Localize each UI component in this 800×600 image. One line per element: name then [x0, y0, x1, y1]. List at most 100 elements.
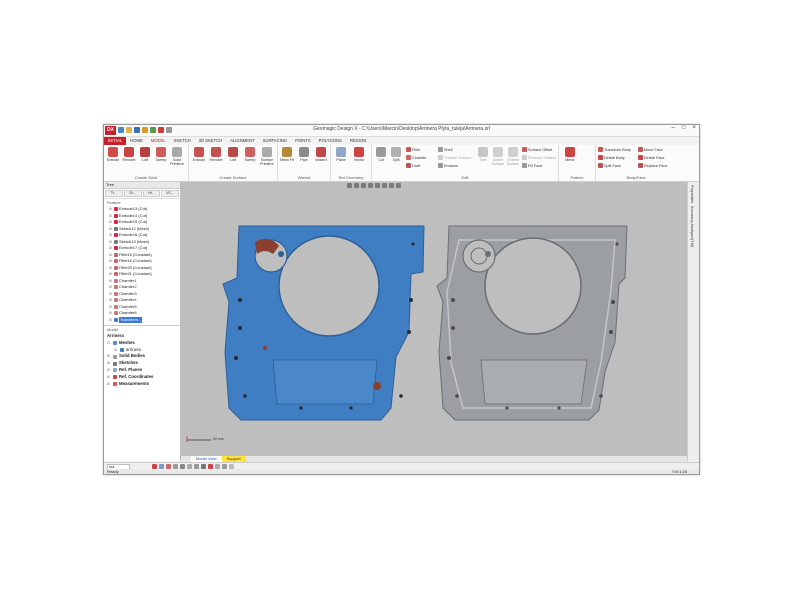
tab-accuracy-analyzer[interactable]: Accuracy Analyzer(TM): [690, 206, 695, 247]
solid-sweep-button[interactable]: Sweep: [154, 147, 168, 171]
ribbon-tabs: INITIAL HOME MODEL SKETCH 3D SKETCH ALIG…: [104, 137, 699, 146]
wizard-button[interactable]: Wizard: [314, 147, 328, 171]
extrude-icon: [114, 207, 118, 212]
tab-surfacing[interactable]: SURFACING: [259, 137, 291, 145]
tab-initial[interactable]: INITIAL: [104, 137, 127, 145]
surface-primitive-button[interactable]: Surface Primitive: [260, 147, 274, 171]
minimize-button[interactable]: –: [672, 125, 675, 131]
draft-icon: [406, 163, 411, 168]
title-bar: DX Geomagic Design X - C:\Users\Marcin\D…: [104, 125, 699, 137]
mesh-fit-icon: [282, 147, 292, 157]
tab-properties[interactable]: Properties: [690, 185, 695, 203]
cad-solid-part[interactable]: [436, 225, 628, 421]
fillet-icon: [114, 259, 118, 264]
fillet-icon: [114, 252, 118, 257]
chamfer-button[interactable]: Chamfer: [406, 155, 427, 160]
tab-points[interactable]: POINTS: [291, 137, 315, 145]
wizard-icon: [316, 147, 326, 157]
scanned-mesh-part[interactable]: [222, 225, 425, 421]
surface-loft-button[interactable]: Loft: [226, 147, 240, 171]
solid-extrude-button[interactable]: Extrude: [106, 147, 120, 171]
draft-button[interactable]: Draft: [406, 163, 420, 168]
3d-viewport[interactable]: 50 mm: [181, 182, 687, 456]
group-name-ref-geometry: Ref.Geometry: [338, 175, 364, 180]
solid-revolve-button[interactable]: Revolve: [122, 147, 136, 171]
tree-item-selected[interactable]: ⊞ Transform...: [104, 316, 180, 323]
solid-primitive-button[interactable]: Solid Primitive: [170, 147, 184, 171]
vector-icon: [354, 147, 364, 157]
vector-button[interactable]: Vector: [352, 147, 366, 171]
fillet-icon: [114, 265, 118, 270]
pipe-button[interactable]: Pipe: [297, 147, 311, 171]
maximize-button[interactable]: □: [682, 125, 686, 131]
transform-icon: [598, 147, 603, 152]
model-item-sketches[interactable]: ⊞ Sketches: [104, 360, 180, 367]
trim-icon: [478, 147, 488, 157]
tab-region[interactable]: REGION: [346, 137, 371, 145]
model-item-measurements[interactable]: ⊞ Measurements: [104, 381, 180, 388]
trim-button[interactable]: Trim: [476, 147, 490, 171]
group-name-body-face: Body/Face: [626, 175, 646, 180]
offset-icon: [522, 147, 527, 152]
fill-face-button[interactable]: Fill Face: [522, 163, 542, 168]
sketch-icon: [113, 361, 117, 366]
plane-icon: [113, 368, 117, 373]
delete-body-button[interactable]: Delete Body: [598, 155, 625, 160]
move-face-button[interactable]: Move Face: [638, 147, 663, 152]
transform-icon: [114, 317, 118, 322]
tab-tree[interactable]: Tr...: [105, 190, 123, 197]
shell-icon: [438, 147, 443, 152]
split-button[interactable]: Split: [389, 147, 403, 171]
feature-tree-panel: Tree Tr... Di... Hi... VC... Feature ⊞ Ex…: [104, 182, 181, 461]
close-button[interactable]: ×: [692, 125, 696, 131]
delete-face-icon: [638, 155, 643, 160]
surface-offset-button[interactable]: Surface Offset: [522, 147, 552, 152]
thicken-surface-button[interactable]: Thicken Surface: [438, 155, 471, 160]
replace-face-button[interactable]: Replace Face: [638, 163, 667, 168]
tab-help[interactable]: Hi...: [142, 190, 161, 197]
cut-button[interactable]: Cut: [374, 147, 388, 171]
extend-surface-button[interactable]: Extend Surface: [506, 147, 520, 171]
chamfer-icon: [114, 278, 118, 283]
emboss-button[interactable]: Emboss: [438, 163, 458, 168]
model-item-meshes[interactable]: ⊟ Meshes: [104, 340, 180, 347]
fillet-button[interactable]: Fillet: [406, 147, 420, 152]
mesh-fit-button[interactable]: Mesh Fit: [280, 147, 294, 171]
tab-polygons[interactable]: POLYGONS: [315, 137, 346, 145]
mirror-button[interactable]: Mirror: [563, 147, 577, 171]
remove-surface-button[interactable]: Remove Surface: [522, 155, 556, 160]
plane-button[interactable]: Plane: [334, 147, 348, 171]
group-name-create-surface: Create Surface: [219, 175, 247, 180]
surface-extrude-button[interactable]: Extrude: [192, 147, 206, 171]
delete-face-button[interactable]: Delete Face: [638, 155, 664, 160]
tab-sketch[interactable]: SKETCH: [170, 137, 195, 145]
model-item-solid-bodies[interactable]: ⊞ Solid Bodies: [104, 353, 180, 360]
tab-display[interactable]: Di...: [123, 190, 142, 197]
solid-loft-button[interactable]: Loft: [138, 147, 152, 171]
model-root[interactable]: Arrinera: [104, 333, 180, 340]
model-item-ref-coordinates[interactable]: ⊞ Ref. Coordinates: [104, 374, 180, 381]
model-item-ref-planes[interactable]: ⊞ Ref. Planes: [104, 367, 180, 374]
tab-view[interactable]: VC...: [161, 190, 179, 197]
group-name-wizard: Wizard: [297, 175, 311, 180]
plane-icon: [336, 147, 346, 157]
split-face-button[interactable]: Split Face: [598, 163, 621, 168]
chamfer-icon: [114, 311, 118, 316]
model-tree: Arrinera ⊟ Meshes ⊞ arrinera ⊞ Solid Bodies…: [104, 333, 180, 387]
tab-home[interactable]: HOME: [126, 137, 147, 145]
shell-button[interactable]: Shell: [438, 147, 452, 152]
surface-sweep-button[interactable]: Sweep: [243, 147, 257, 171]
ribbon-group-body-face: Transform Body Delete Body Split Face Mo…: [596, 145, 676, 181]
model-item-arrinera[interactable]: ⊞ arrinera: [104, 347, 180, 354]
tab-alignment[interactable]: ALIGNMENT: [226, 137, 258, 145]
untrim-surface-button[interactable]: Untrim Surface: [491, 147, 505, 171]
transform-body-button[interactable]: Transform Body: [598, 147, 631, 152]
extrude-icon: [114, 233, 118, 238]
window-controls: – □ ×: [672, 125, 696, 131]
mesh-icon: [113, 341, 117, 346]
fill-face-icon: [522, 163, 527, 168]
surface-revolve-button[interactable]: Revolve: [209, 147, 223, 171]
chamfer-icon: [114, 304, 118, 309]
tab-3d-sketch[interactable]: 3D SKETCH: [195, 137, 227, 145]
chamfer-icon: [114, 298, 118, 303]
